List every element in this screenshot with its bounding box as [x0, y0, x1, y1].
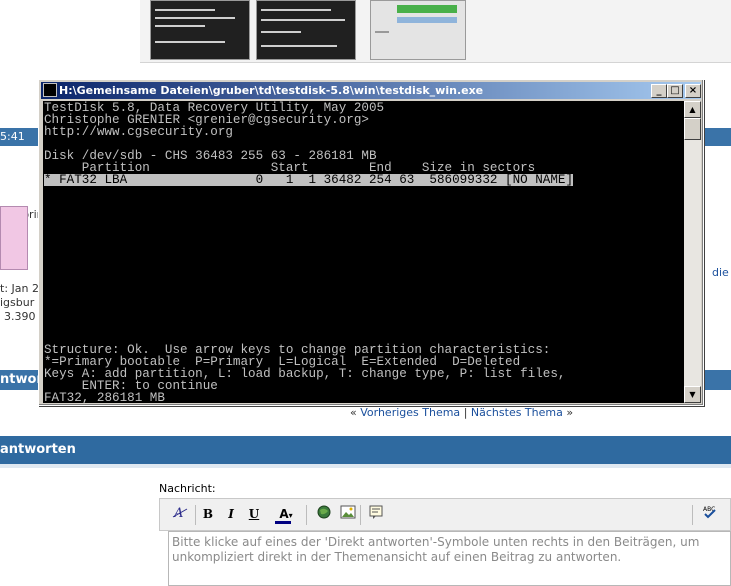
scroll-thumb[interactable]	[684, 118, 701, 140]
thumbnail-console-2[interactable]	[256, 0, 356, 60]
topic-navigation: « Vorheriges Thema | Nächstes Thema »	[350, 406, 573, 419]
post-link[interactable]: die	[712, 266, 729, 279]
bold-button[interactable]: B	[198, 504, 218, 524]
window-title: H:\Gemeinsame Dateien\gruber\td\testdisk…	[59, 84, 484, 97]
console-line: http://www.cgsecurity.org	[44, 125, 233, 139]
avatar	[0, 206, 28, 270]
nav-separator: |	[463, 406, 468, 419]
close-icon[interactable]: ×	[685, 84, 701, 98]
screenshot-thumbnail-strip	[140, 0, 731, 63]
console-icon	[43, 83, 57, 97]
previous-topic-link[interactable]: Vorheriges Thema	[360, 406, 460, 419]
font-color-icon[interactable]: A▾	[272, 504, 300, 524]
scroll-up-icon[interactable]: ▲	[684, 101, 701, 118]
partition-row-selected[interactable]: * FAT32 LBA 0 1 1 36482 254 63 586099332…	[44, 174, 574, 186]
editor-toolbar: A B I U A▾ ABC	[159, 498, 731, 531]
globe-link-icon[interactable]	[314, 504, 334, 524]
poster-joined: t: Jan 2	[0, 282, 39, 295]
svg-text:A: A	[173, 506, 183, 520]
console-output[interactable]: TestDisk 5.8, Data Recovery Utility, May…	[43, 101, 684, 403]
maximize-icon[interactable]: □	[667, 84, 683, 98]
nav-right-quote: »	[566, 406, 574, 419]
testdisk-window: H:\Gemeinsame Dateien\gruber\td\testdisk…	[38, 79, 704, 406]
image-icon[interactable]	[338, 504, 358, 524]
nav-left-quote: «	[350, 406, 357, 419]
left-post-header: 5:41	[0, 128, 40, 146]
message-textarea[interactable]: Bitte klicke auf eines der 'Direkt antwo…	[168, 531, 731, 586]
quick-reply-subbar	[0, 464, 731, 468]
right-post-header	[704, 128, 731, 146]
post-time: 5:41	[0, 130, 25, 143]
underline-button[interactable]: U	[244, 504, 264, 524]
right-bar	[704, 370, 731, 390]
font-style-icon[interactable]: A	[170, 504, 190, 524]
reply-button[interactable]: ntwort	[0, 370, 49, 390]
vertical-scrollbar[interactable]: ▲ ▼	[684, 101, 701, 403]
italic-button[interactable]: I	[221, 504, 241, 524]
scroll-down-icon[interactable]: ▼	[684, 386, 701, 403]
quick-reply-title: antworten	[0, 442, 76, 457]
message-label: Nachricht:	[159, 482, 216, 495]
quote-icon[interactable]	[366, 504, 386, 524]
quick-reply-header: antworten	[0, 436, 731, 464]
poster-post-count: 3.390	[4, 310, 36, 323]
thumbnail-dialog[interactable]	[370, 0, 466, 60]
poster-location: igsbur	[0, 296, 35, 309]
window-title-bar[interactable]: H:\Gemeinsame Dateien\gruber\td\testdisk…	[41, 82, 701, 99]
next-topic-link[interactable]: Nächstes Thema	[471, 406, 563, 419]
thumbnail-console-1[interactable]	[150, 0, 250, 60]
partition-summary: FAT32, 286181 MB	[44, 391, 165, 403]
font-color-label: A	[279, 507, 289, 521]
minimize-icon[interactable]: _	[651, 84, 667, 98]
spellcheck-icon[interactable]: ABC	[700, 504, 720, 524]
